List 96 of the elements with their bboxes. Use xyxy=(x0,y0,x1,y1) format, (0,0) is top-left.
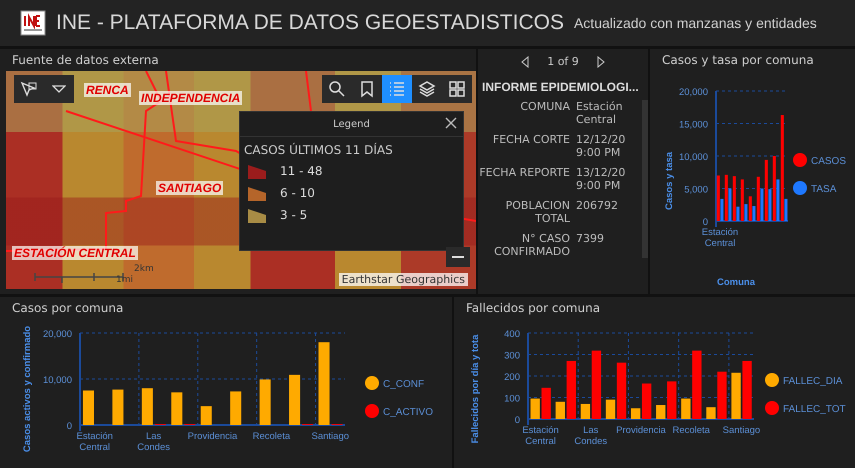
bar[interactable] xyxy=(318,342,330,425)
field-value: 12/12/20 9:00 PM xyxy=(576,133,626,159)
bar[interactable] xyxy=(744,204,748,221)
bar[interactable] xyxy=(606,400,616,419)
popup-title: INFORME EPIDEMIOLOGI... xyxy=(481,79,640,96)
app-title: INE - PLATAFORMA DE DATOS GEOESTADISTICOS xyxy=(56,11,564,35)
bar[interactable] xyxy=(580,404,590,419)
field-label: POBLACION TOTAL xyxy=(504,199,570,225)
y-tick-label: 0 xyxy=(66,421,72,432)
y-tick-label: 10,000 xyxy=(678,152,708,163)
panel-title: Fuente de datos externa xyxy=(11,52,160,69)
x-tick-label: Recoleta xyxy=(252,431,290,442)
y-axis-title: Fallecidos por día y tota xyxy=(470,334,481,444)
y-axis-title: Casos y tasa xyxy=(664,152,675,210)
bar[interactable] xyxy=(706,407,716,419)
bar[interactable] xyxy=(142,388,153,425)
y-tick-label: 15,000 xyxy=(678,120,708,130)
bar[interactable] xyxy=(742,360,752,419)
zoom-out-icon[interactable] xyxy=(446,247,470,267)
bar[interactable] xyxy=(768,189,772,221)
bar[interactable] xyxy=(717,372,727,419)
legend-label: CASOS xyxy=(811,156,846,167)
bar[interactable] xyxy=(681,398,691,419)
bar[interactable] xyxy=(731,372,741,419)
bar[interactable] xyxy=(784,198,788,221)
x-tick-label: Estación Central xyxy=(702,227,738,249)
panel-title: Casos por comuna xyxy=(11,300,124,317)
panel-title: Fallecidos por comuna xyxy=(465,300,602,317)
y-axis-title: Casos activos y confirmado xyxy=(22,326,33,452)
map-label: ESTACIÓN CENTRAL xyxy=(12,246,138,260)
logo-icon xyxy=(20,10,46,36)
field-label: FECHA CORTE xyxy=(492,133,570,148)
x-tick-label: Estación Central xyxy=(76,431,113,453)
legend-label: FALLEC_DIA xyxy=(783,376,842,387)
bar[interactable] xyxy=(728,188,732,221)
bar[interactable] xyxy=(776,179,780,221)
x-tick-label: Recoleta xyxy=(672,425,710,436)
x-tick-label: Estación Central xyxy=(522,425,559,447)
attribution-text: Earthstar Geographics xyxy=(338,273,468,286)
field-value: 7399 xyxy=(576,232,605,247)
y-tick-label: 300 xyxy=(504,350,520,362)
legend-label: C_ACTIVO xyxy=(383,407,434,418)
legend-title: Legend xyxy=(333,118,370,130)
map-label: SANTIAGO xyxy=(156,181,224,195)
field-label: COMUNA xyxy=(519,100,570,115)
map-label: RENCA xyxy=(84,83,131,97)
bar[interactable] xyxy=(630,408,640,419)
field-value: 206792 xyxy=(576,199,619,214)
field-value: 13/12/20 9:00 PM xyxy=(576,166,626,192)
bar[interactable] xyxy=(260,379,271,425)
bar[interactable] xyxy=(642,384,652,419)
y-tick-label: 20,000 xyxy=(42,329,72,340)
bar[interactable] xyxy=(736,206,740,221)
legend-label: C_CONF xyxy=(383,379,424,390)
legend-label: TASA xyxy=(811,184,836,195)
scale-label: 1mi xyxy=(116,275,133,285)
bar[interactable] xyxy=(760,188,764,221)
y-tick-label: 0 xyxy=(702,217,708,228)
y-tick-label: 100 xyxy=(504,394,520,404)
field-value: Estación Central xyxy=(576,100,624,126)
x-tick-label: Las Condes xyxy=(574,425,608,447)
bar[interactable] xyxy=(556,402,565,419)
panel-title: Casos y tasa por comuna xyxy=(661,52,815,69)
field-label: FECHA REPORTE xyxy=(478,166,570,181)
legend-label: FALLEC_TOT xyxy=(783,404,846,415)
page-counter: 1 of 9 xyxy=(547,55,579,68)
bar[interactable] xyxy=(720,198,724,221)
legend-label: 3 - 5 xyxy=(280,208,308,222)
bar[interactable] xyxy=(82,390,94,425)
bar[interactable] xyxy=(692,350,702,419)
y-tick-label: 10,000 xyxy=(42,375,72,386)
y-tick-label: 20,000 xyxy=(678,87,708,98)
bar[interactable] xyxy=(752,206,756,221)
x-tick-label: Santiago xyxy=(722,425,760,436)
y-tick-label: 200 xyxy=(504,372,520,383)
bar[interactable] xyxy=(112,390,124,425)
y-tick-label: 0 xyxy=(514,415,520,426)
y-tick-label: 400 xyxy=(504,329,520,340)
x-tick-label: Las Condes xyxy=(137,431,170,453)
legend-label: 11 - 48 xyxy=(280,164,322,178)
field-label: N° CASO CONFIRMADO xyxy=(493,232,570,258)
x-axis-title: Comuna xyxy=(717,277,755,288)
y-tick-label: 5,000 xyxy=(684,184,708,196)
legend-label: 6 - 10 xyxy=(280,186,315,200)
bar[interactable] xyxy=(592,350,602,419)
x-tick-label: Providencia xyxy=(616,425,666,436)
x-tick-label: Santiago xyxy=(312,431,350,442)
app-subtitle: Actualizado con manzanas y entidades xyxy=(574,15,817,31)
bar[interactable] xyxy=(289,374,300,425)
previous-icon[interactable] xyxy=(521,56,530,68)
x-tick-label: Providencia xyxy=(188,431,238,442)
legend-heading: CASOS ÚLTIMOS 11 DÍAS xyxy=(244,143,394,157)
scale-label: 2km xyxy=(134,264,154,274)
next-icon[interactable] xyxy=(596,56,605,68)
close-icon[interactable] xyxy=(445,117,457,129)
map-label: INDEPENDENCIA xyxy=(139,91,242,105)
